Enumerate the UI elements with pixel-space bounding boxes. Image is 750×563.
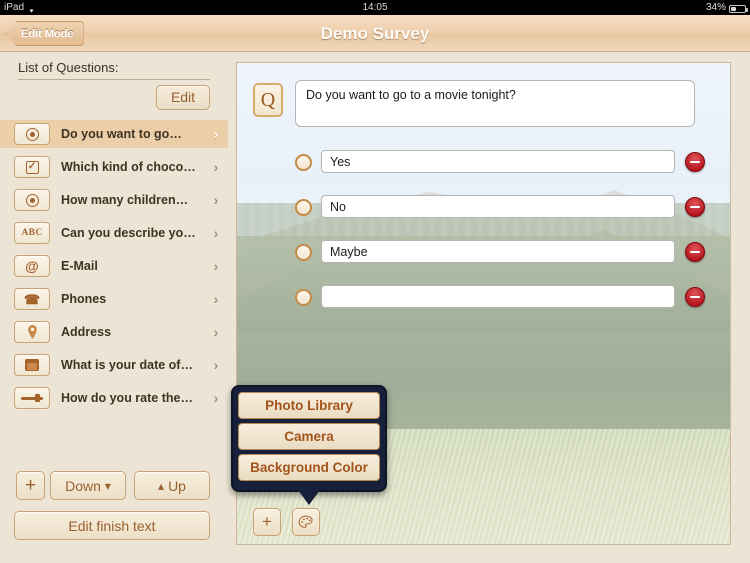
answer-row-1: Yes bbox=[237, 143, 730, 188]
telephone-icon: ☎ bbox=[14, 288, 50, 310]
move-up-button[interactable]: ▴ Up bbox=[134, 471, 210, 500]
chevron-right-icon: › bbox=[213, 324, 219, 340]
sidebar-item-label: How many children… bbox=[61, 193, 189, 207]
chevron-right-icon: › bbox=[213, 225, 219, 241]
list-of-questions-label: List of Questions: bbox=[18, 60, 119, 75]
question-input[interactable]: Do you want to go to a movie tonight? bbox=[295, 80, 695, 127]
sidebar-item-question-1[interactable]: Do you want to go… › bbox=[0, 120, 228, 148]
camera-button[interactable]: Camera bbox=[238, 423, 380, 450]
radio-button-icon[interactable] bbox=[295, 154, 312, 171]
question-badge: Q bbox=[253, 83, 283, 117]
answer-input[interactable]: Maybe bbox=[321, 240, 675, 263]
sidebar-item-label: How do you rate the… bbox=[61, 391, 193, 405]
sidebar-item-question-8[interactable]: What is your date of… › bbox=[0, 351, 228, 379]
radio-button-icon[interactable] bbox=[295, 244, 312, 261]
battery-icon bbox=[729, 4, 748, 13]
radio-button-icon[interactable] bbox=[295, 199, 312, 216]
editor-toolbar: + bbox=[253, 508, 320, 536]
color-palette-icon[interactable] bbox=[292, 508, 320, 536]
calendar-icon bbox=[14, 354, 50, 376]
location-pin-icon bbox=[14, 321, 50, 343]
sidebar-item-label: What is your date of… bbox=[61, 358, 193, 372]
answer-row-2: No bbox=[237, 188, 730, 233]
question-list: Do you want to go… › ✓ Which kind of cho… bbox=[0, 120, 228, 417]
add-question-button[interactable]: + bbox=[16, 471, 45, 500]
add-answer-button[interactable]: + bbox=[253, 508, 281, 536]
sidebar-item-label: Which kind of choco… bbox=[61, 160, 196, 174]
questions-sidebar: List of Questions: Edit Do you want to g… bbox=[0, 52, 228, 563]
sidebar-item-question-9[interactable]: How do you rate the… › bbox=[0, 384, 228, 412]
sidebar-toolbar: + Down ▾ ▴ Up bbox=[0, 471, 228, 501]
status-bar: iPad 14:05 34% bbox=[0, 0, 750, 15]
move-down-label: Down bbox=[65, 477, 101, 494]
chevron-right-icon: › bbox=[213, 390, 219, 406]
chevron-right-icon: › bbox=[213, 159, 219, 175]
delete-minus-icon[interactable] bbox=[685, 152, 705, 172]
answer-row-3: Maybe bbox=[237, 233, 730, 278]
abc-text-icon: ABC bbox=[14, 222, 50, 244]
chevron-right-icon: › bbox=[213, 357, 219, 373]
answers-list: Yes No Maybe bbox=[237, 143, 730, 323]
sidebar-item-question-3[interactable]: How many children… › bbox=[0, 186, 228, 214]
radio-button-icon bbox=[14, 189, 50, 211]
page-title: Demo Survey bbox=[320, 24, 430, 43]
chevron-down-icon: ▾ bbox=[104, 478, 111, 493]
move-up-label: Up bbox=[168, 477, 186, 494]
background-color-button[interactable]: Background Color bbox=[238, 454, 380, 481]
status-bar-right: 34% bbox=[705, 0, 748, 15]
sidebar-item-label: Address bbox=[61, 325, 112, 339]
move-down-button[interactable]: Down ▾ bbox=[50, 471, 126, 500]
radio-button-icon bbox=[14, 123, 50, 145]
chevron-right-icon: › bbox=[213, 291, 219, 307]
ipad-survey-app: iPad 14:05 34% Edit Mode Demo Survey Lis… bbox=[0, 0, 750, 563]
slider-icon bbox=[14, 387, 50, 409]
photo-library-button[interactable]: Photo Library bbox=[238, 392, 380, 419]
sidebar-item-label: Can you describe yo… bbox=[61, 226, 196, 240]
chevron-up-icon: ▴ bbox=[158, 478, 165, 493]
title-divider bbox=[18, 79, 210, 80]
delete-minus-icon[interactable] bbox=[685, 242, 705, 262]
sidebar-item-question-6[interactable]: ☎ Phones › bbox=[0, 285, 228, 313]
delete-minus-icon[interactable] bbox=[685, 287, 705, 307]
sidebar-item-question-7[interactable]: Address › bbox=[0, 318, 228, 346]
sidebar-item-question-2[interactable]: ✓ Which kind of choco… › bbox=[0, 153, 228, 181]
radio-button-icon[interactable] bbox=[295, 289, 312, 306]
at-sign-icon: @ bbox=[14, 255, 50, 277]
answer-row-4 bbox=[237, 278, 730, 323]
checkbox-icon: ✓ bbox=[14, 156, 50, 178]
answer-input[interactable]: No bbox=[321, 195, 675, 218]
answer-input[interactable] bbox=[321, 285, 675, 308]
image-source-popover: Photo Library Camera Background Color bbox=[231, 385, 387, 505]
edit-finish-text-button[interactable]: Edit finish text bbox=[14, 511, 210, 540]
chevron-right-icon: › bbox=[213, 192, 219, 208]
nav-bar: Edit Mode Demo Survey bbox=[0, 15, 750, 52]
sidebar-item-question-4[interactable]: ABC Can you describe yo… › bbox=[0, 219, 228, 247]
edit-button[interactable]: Edit bbox=[156, 85, 210, 110]
battery-percent-label: 34% bbox=[705, 2, 726, 13]
answer-input[interactable]: Yes bbox=[321, 150, 675, 173]
chevron-right-icon: › bbox=[213, 126, 219, 142]
sidebar-item-label: Do you want to go… bbox=[61, 127, 182, 141]
sidebar-item-question-5[interactable]: @ E-Mail › bbox=[0, 252, 228, 280]
chevron-right-icon: › bbox=[213, 258, 219, 274]
status-bar-time: 14:05 bbox=[362, 2, 388, 13]
popover-arrow bbox=[298, 490, 320, 505]
sidebar-item-label: Phones bbox=[61, 292, 107, 306]
sidebar-item-label: E-Mail bbox=[61, 259, 98, 273]
delete-minus-icon[interactable] bbox=[685, 197, 705, 217]
